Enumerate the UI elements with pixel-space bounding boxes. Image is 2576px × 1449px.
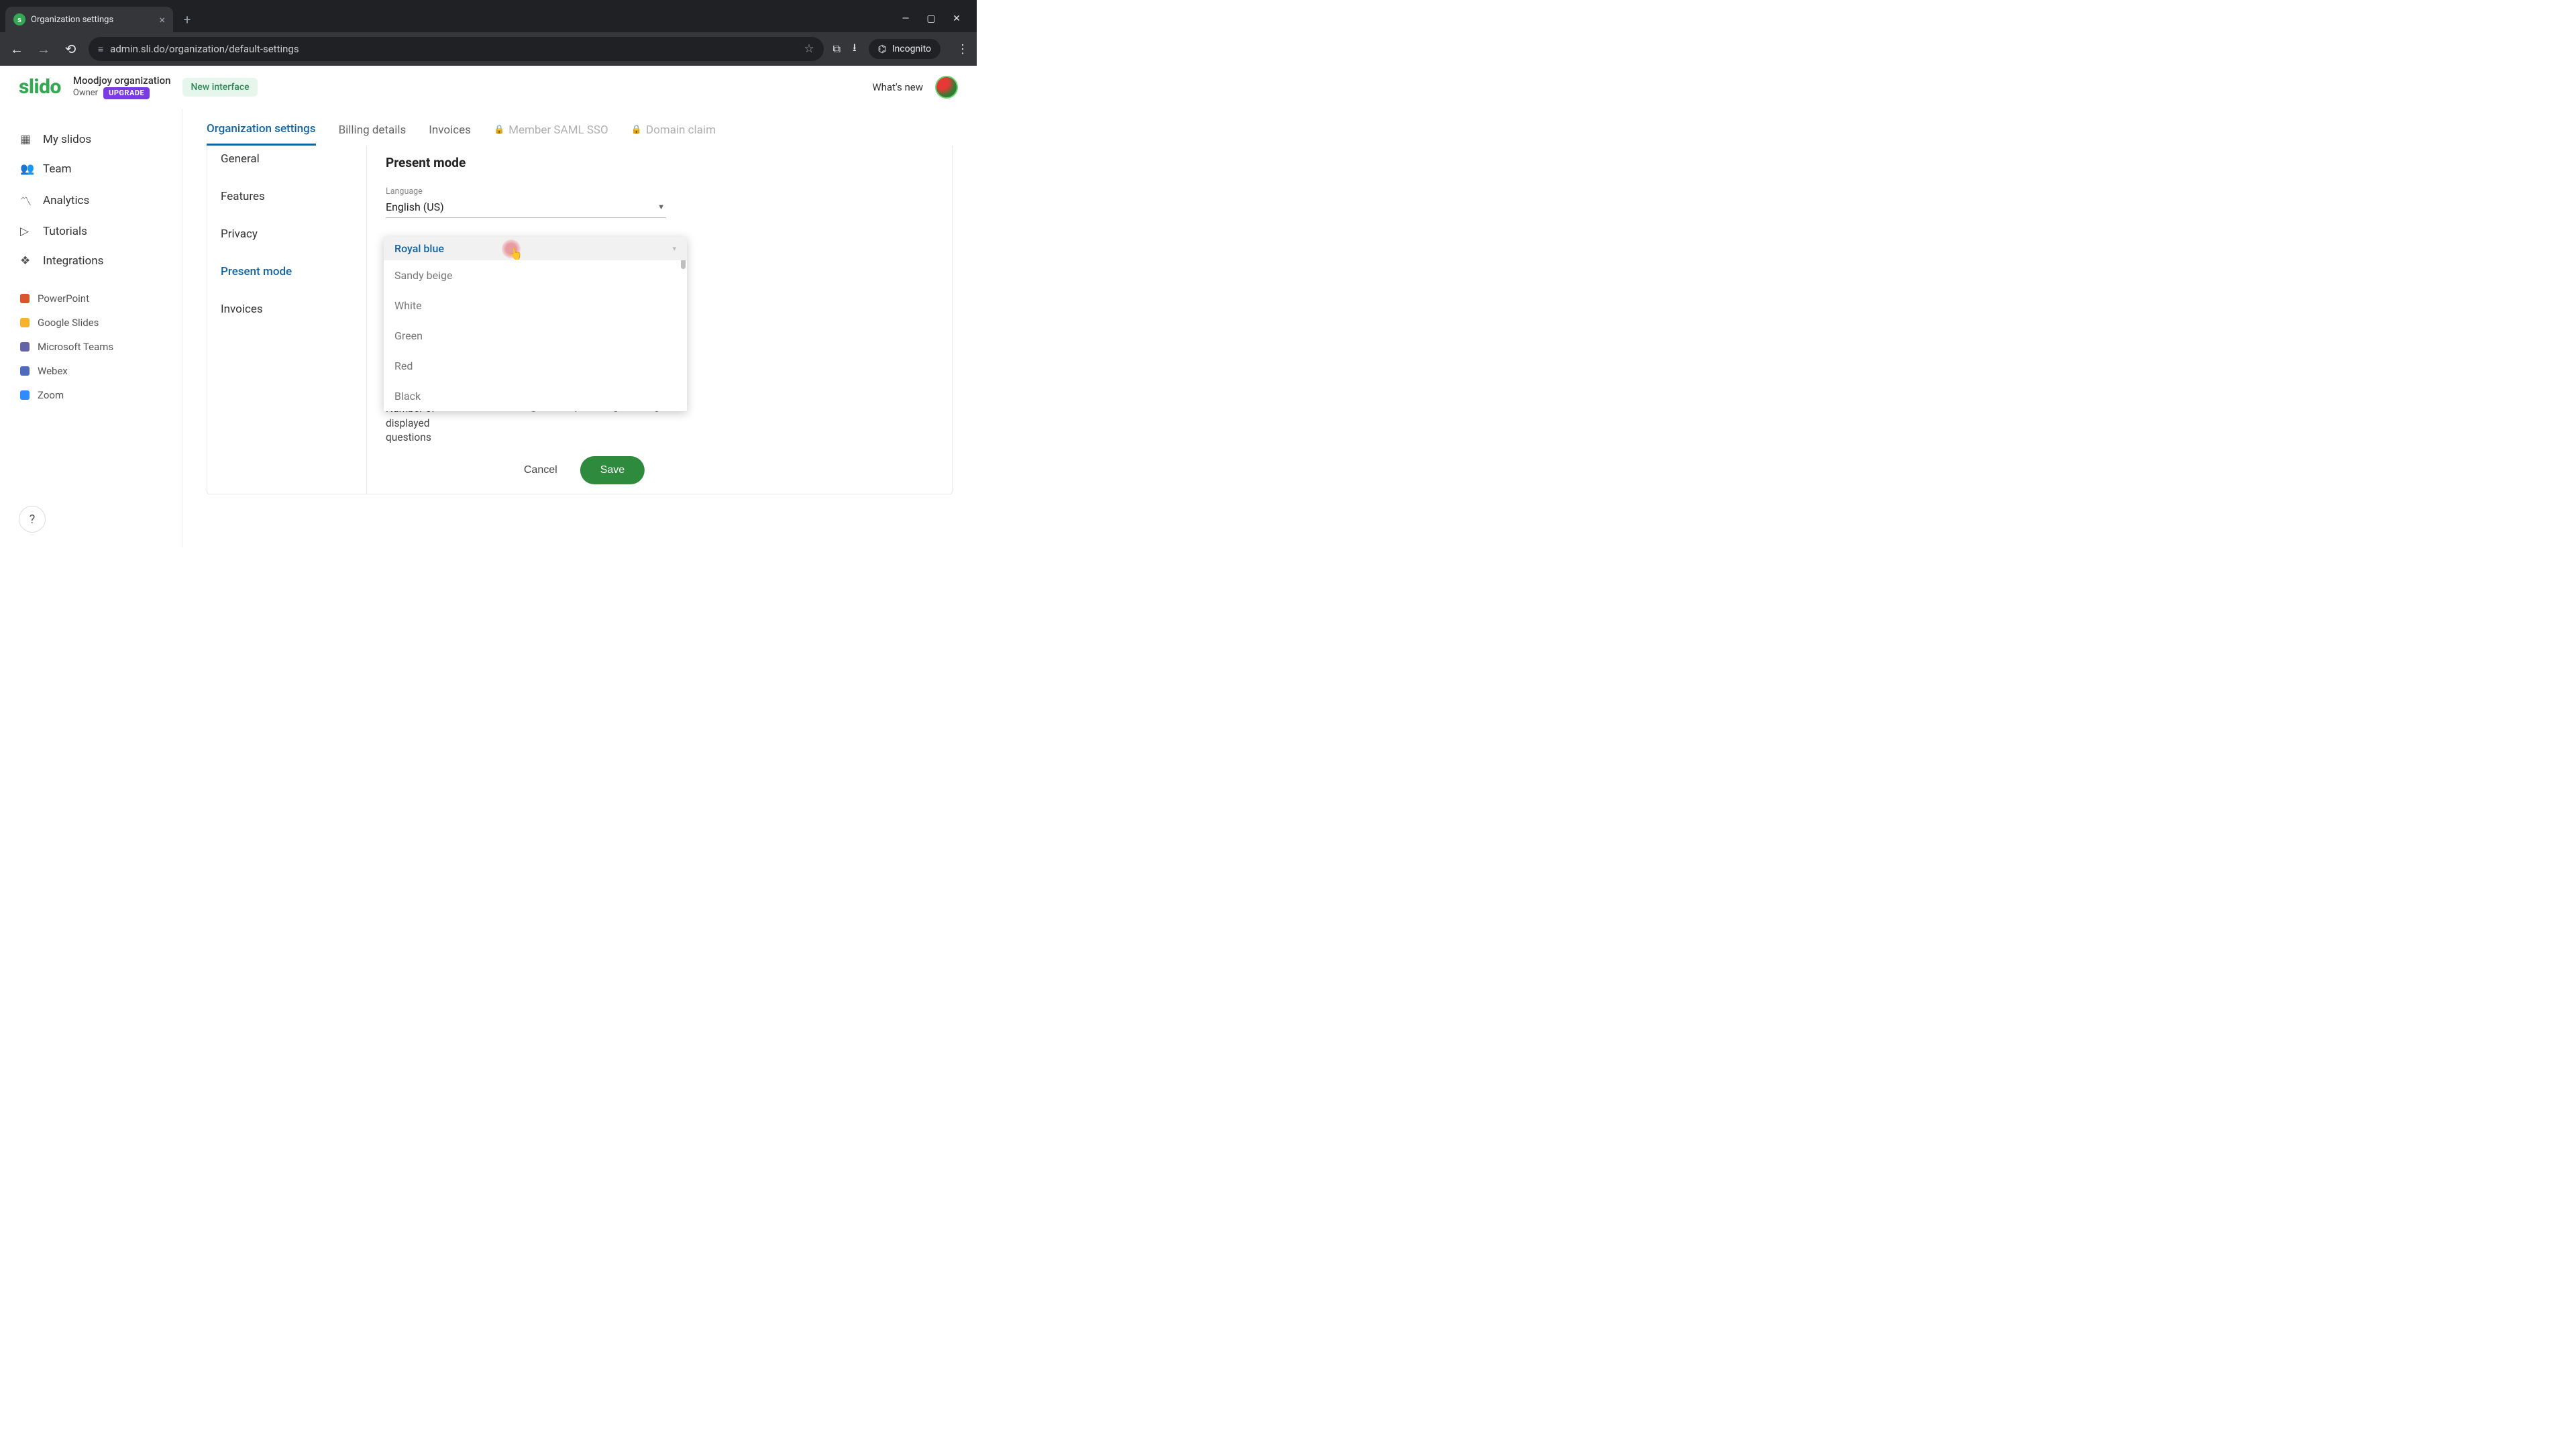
new-tab-button[interactable]: + [177,9,197,30]
browser-menu-icon[interactable]: ⋮ [957,42,969,56]
chevron-down-icon: ▼ [657,203,665,211]
whats-new-link[interactable]: What's new [872,81,923,93]
tab-domain-claim[interactable]: 🔒 Domain claim [631,122,716,146]
integration-ms-teams[interactable]: Microsoft Teams [0,335,182,359]
language-label: Language [386,186,666,197]
theme-option-white[interactable]: White [384,290,687,321]
settings-nav-features[interactable]: Features [207,178,366,215]
tab-favicon: s [13,13,25,25]
browser-tab[interactable]: s Organization settings × [5,7,173,32]
settings-nav-present-mode[interactable]: Present mode [207,253,366,290]
avatar[interactable] [935,76,958,99]
ms-teams-icon [20,342,30,352]
integration-powerpoint[interactable]: PowerPoint [0,286,182,311]
window-close-icon[interactable]: ✕ [950,13,963,24]
integration-webex[interactable]: Webex [0,359,182,383]
sidebar-item-label: Analytics [43,194,89,207]
sidebar-item-tutorials[interactable]: ▷ Tutorials [0,217,182,246]
sidebar-item-my-slidos[interactable]: ▦ My slidos [0,125,182,154]
slido-logo[interactable]: slido [19,75,61,99]
tab-invoices[interactable]: Invoices [429,122,471,146]
lock-icon: 🔒 [631,125,642,135]
downloads-icon[interactable]: ⭳ [853,40,857,58]
back-button[interactable]: ← [8,41,25,58]
incognito-label: Incognito [892,44,931,54]
window-minimize-icon[interactable]: ― [899,13,912,24]
theme-dropdown-header[interactable]: Royal blue ▾ 👆 [384,237,687,260]
incognito-badge[interactable]: ⌬ Incognito [869,39,941,59]
integration-label: Webex [38,365,68,377]
bookmark-star-icon[interactable]: ☆ [804,42,814,56]
settings-nav-privacy[interactable]: Privacy [207,215,366,253]
tutorials-icon: ▷ [20,225,34,238]
window-maximize-icon[interactable]: ▢ [924,13,938,24]
webex-icon [20,366,30,376]
click-indicator [502,239,521,258]
theme-selected-value: Royal blue [394,242,444,255]
analytics-icon: 〽 [20,192,34,209]
zoom-icon [20,390,30,400]
org-name[interactable]: Moodjoy organization [73,74,171,88]
integration-google-slides[interactable]: Google Slides [0,311,182,335]
tab-billing-details[interactable]: Billing details [339,122,407,146]
extensions-icon[interactable]: ⧉ [833,42,841,56]
incognito-icon: ⌬ [878,43,887,55]
lock-icon: 🔒 [494,125,504,135]
site-info-icon[interactable]: ≡ [98,44,103,55]
help-button[interactable]: ? [19,506,46,533]
settings-nav-general[interactable]: General [207,146,366,178]
integration-zoom[interactable]: Zoom [0,383,182,407]
cancel-button[interactable]: Cancel [515,458,567,483]
chevron-down-icon: ▾ [672,244,676,253]
sidebar-item-analytics[interactable]: 〽 Analytics [0,184,182,217]
settings-nav-invoices[interactable]: Invoices [207,290,366,328]
reload-button[interactable]: ⟲ [62,41,79,57]
section-title: Present mode [386,155,933,170]
org-role: Owner [73,88,98,99]
my-slidos-icon: ▦ [20,133,34,146]
sidebar-item-label: Tutorials [43,225,87,238]
theme-option-sandy-beige[interactable]: Sandy beige [384,260,687,290]
integration-label: PowerPoint [38,292,89,305]
tab-label: Member SAML SSO [508,123,608,137]
sidebar-item-integrations[interactable]: ❖ Integrations [0,246,182,276]
language-value: English (US) [386,201,444,213]
upgrade-badge[interactable]: UPGRADE [103,87,150,99]
tab-title: Organization settings [31,15,113,25]
theme-option-green[interactable]: Green [384,321,687,351]
integrations-icon: ❖ [20,254,34,268]
address-bar[interactable]: ≡ admin.sli.do/organization/default-sett… [89,37,824,61]
language-select[interactable]: English (US) ▼ [386,198,666,218]
sidebar-item-label: Team [43,162,72,176]
sidebar-item-label: My slidos [43,133,91,146]
team-icon: 👥 [20,162,34,176]
tab-label: Domain claim [646,123,716,137]
new-interface-badge[interactable]: New interface [182,78,257,97]
forward-button[interactable]: → [35,41,52,58]
save-button[interactable]: Save [580,456,645,484]
sidebar-item-team[interactable]: 👥 Team [0,154,182,184]
sidebar-item-label: Integrations [43,254,103,268]
google-slides-icon [20,318,30,327]
theme-dropdown[interactable]: Royal blue ▾ 👆 Sandy beige White Green R… [384,237,687,411]
theme-option-black[interactable]: Black [384,381,687,411]
tab-organization-settings[interactable]: Organization settings [207,122,316,146]
integration-label: Google Slides [38,317,99,329]
close-tab-icon[interactable]: × [159,13,165,26]
theme-option-red[interactable]: Red [384,351,687,381]
tab-member-saml-sso[interactable]: 🔒 Member SAML SSO [494,122,608,146]
powerpoint-icon [20,294,30,303]
integration-label: Zoom [38,389,64,401]
integration-label: Microsoft Teams [38,341,113,353]
url-text: admin.sli.do/organization/default-settin… [110,43,299,55]
